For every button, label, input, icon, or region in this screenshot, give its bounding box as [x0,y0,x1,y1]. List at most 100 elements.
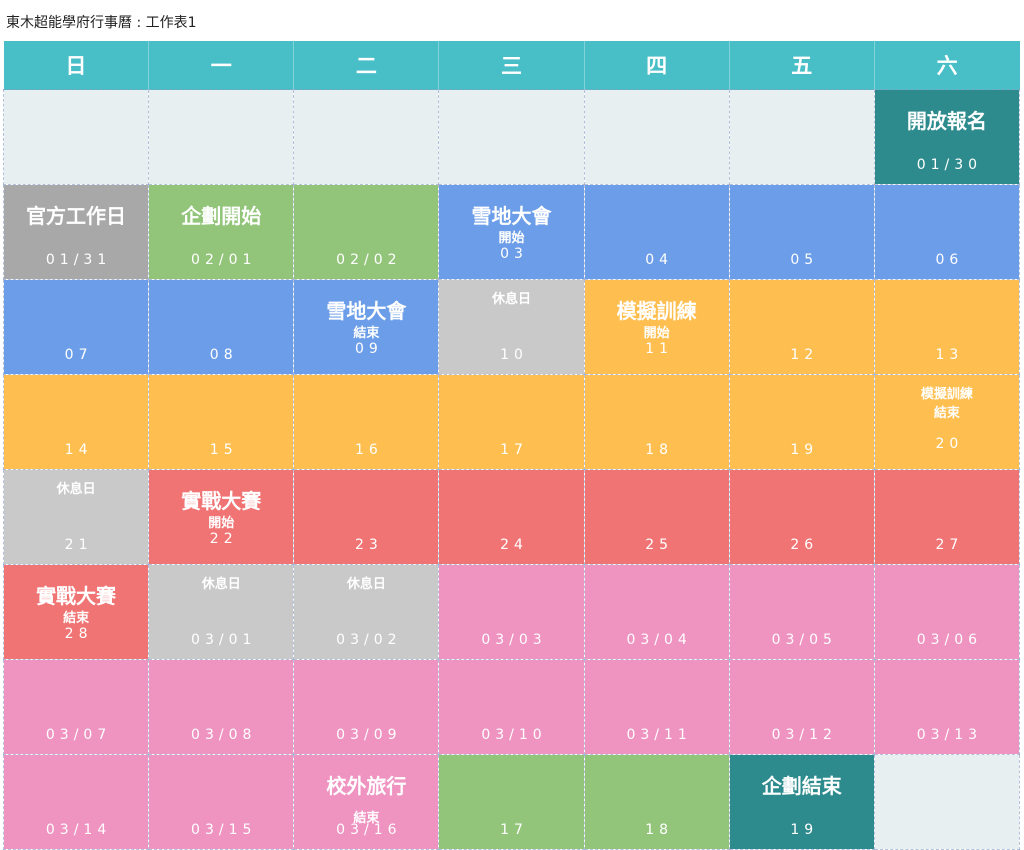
calendar-day-cell[interactable]: 02/02 [293,184,440,280]
calendar-day-cell[interactable]: 模擬訓練 結束 20 [873,374,1021,470]
calendar-day-cell[interactable]: 03/05 [728,564,875,660]
event-title: 實戰大賽 [36,584,117,608]
calendar-day-cell[interactable]: 27 [873,469,1021,565]
calendar-day-cell[interactable] [148,89,295,185]
calendar-week-row: 實戰大賽 結束 28 休息日 03/01 休息日 03/02 03/03 03/04 03/05 0… [2,564,1021,660]
day-date: 22 [209,531,238,547]
calendar-day-cell[interactable]: 企劃開始 02/01 [148,184,295,280]
calendar-day-cell[interactable]: 實戰大賽 結束 28 [2,564,150,660]
calendar-week-row: 03/07 03/08 03/09 03/10 03/11 03/12 03/13 [2,659,1021,755]
day-date: 03/03 [481,632,547,648]
rest-day-label: 休息日 [201,577,241,592]
calendar-day-cell[interactable]: 03/08 [148,659,295,755]
day-date: 14 [64,442,93,458]
day-date: 03/08 [191,727,257,743]
weekday-header-row: 日 一 二 三 四 五 六 [3,41,1020,90]
calendar-day-cell[interactable]: 18 [583,374,730,470]
calendar-day-cell[interactable]: 07 [2,279,150,375]
day-date: 25 [645,537,674,553]
day-date: 03/10 [481,727,547,743]
calendar-day-cell[interactable]: 官方工作日 01/31 [2,184,150,280]
calendar-week-row: 官方工作日 01/31 企劃開始 02/01 02/02 雪地大會 開始 03 04 05 06 [2,184,1021,280]
calendar-day-cell[interactable]: 03/09 [293,659,440,755]
calendar-day-cell[interactable]: 17 [438,754,585,850]
day-date: 02/02 [336,252,402,268]
calendar-day-cell[interactable]: 13 [873,279,1021,375]
day-date: 23 [354,537,383,553]
calendar-day-cell[interactable]: 26 [728,469,875,565]
calendar-day-cell[interactable]: 03/03 [438,564,585,660]
day-date: 07 [64,347,93,363]
calendar-day-cell[interactable] [293,89,440,185]
day-date: 09 [354,341,383,357]
calendar-day-cell[interactable]: 企劃結束 19 [728,754,875,850]
day-date: 03/02 [336,632,402,648]
day-date: 03/11 [626,727,692,743]
calendar-day-cell[interactable]: 03/04 [583,564,730,660]
rest-day-label: 休息日 [491,292,531,307]
calendar-day-cell[interactable]: 03/15 [148,754,295,850]
calendar-day-cell[interactable]: 04 [583,184,730,280]
calendar-day-cell[interactable] [2,89,150,185]
day-date: 18 [645,442,674,458]
calendar-day-cell[interactable]: 05 [728,184,875,280]
weekday-header-thu: 四 [584,41,730,90]
day-date: 03/14 [45,822,112,838]
calendar-day-cell[interactable]: 03/14 [2,754,150,850]
day-date: 27 [935,537,964,553]
calendar-day-cell[interactable]: 18 [583,754,730,850]
calendar-body: 開放報名 01/30 官方工作日 01/31 企劃開始 02/01 02/02 雪地大會 開始 0… [2,89,1021,850]
calendar-day-cell[interactable]: 17 [438,374,585,470]
calendar-day-cell[interactable] [583,89,730,185]
calendar-day-cell[interactable]: 雪地大會 開始 03 [438,184,585,280]
calendar-day-cell[interactable]: 模擬訓練 開始 11 [583,279,730,375]
day-date: 03/15 [191,822,257,838]
day-date: 03/12 [771,727,837,743]
calendar-day-cell[interactable]: 休息日 10 [438,279,585,375]
event-title: 校外旅行 [326,774,407,798]
event-title: 企劃結束 [761,774,842,798]
day-date: 19 [790,822,819,838]
calendar-day-cell[interactable]: 03/12 [728,659,875,755]
calendar-day-cell[interactable]: 03/06 [873,564,1021,660]
day-date: 13 [935,347,964,363]
calendar-day-cell[interactable]: 03/07 [2,659,150,755]
calendar-day-cell[interactable] [438,89,585,185]
calendar-day-cell[interactable]: 校外旅行 結束 03/16 [293,754,440,850]
calendar-day-cell[interactable]: 休息日 03/02 [293,564,440,660]
calendar-day-cell[interactable]: 開放報名 01/30 [873,89,1021,185]
day-date: 16 [354,442,383,458]
calendar-day-cell[interactable]: 06 [873,184,1021,280]
calendar-week-row: 14 15 16 17 18 19 模擬訓練 結束 20 [2,374,1021,470]
calendar-day-cell[interactable]: 16 [293,374,440,470]
day-date: 26 [790,537,819,553]
calendar-day-cell[interactable]: 15 [148,374,295,470]
day-date: 19 [790,442,819,458]
calendar-day-cell[interactable]: 12 [728,279,875,375]
calendar-day-cell[interactable]: 03/13 [873,659,1021,755]
day-date: 03/07 [45,727,112,743]
event-title: 雪地大會 [326,299,407,323]
calendar-day-cell[interactable] [728,89,875,185]
day-date: 24 [500,537,528,553]
calendar-day-cell[interactable] [873,754,1021,850]
calendar-day-cell[interactable]: 19 [728,374,875,470]
event-title: 模擬訓練 [616,299,697,323]
calendar-day-cell[interactable]: 03/10 [438,659,585,755]
calendar-week-row: 03/14 03/15 校外旅行 結束 03/16 17 18 企劃結束 19 [2,754,1021,850]
calendar-day-cell[interactable]: 雪地大會 結束 09 [293,279,440,375]
calendar-day-cell[interactable]: 23 [293,469,440,565]
calendar-week-row: 07 08 雪地大會 結束 09 休息日 10 模擬訓練 開始 11 12 13 [2,279,1021,375]
calendar-day-cell[interactable]: 14 [2,374,150,470]
calendar-week-row: 休息日 21 實戰大賽 開始 22 23 24 25 26 27 [2,469,1021,565]
calendar-day-cell[interactable]: 實戰大賽 開始 22 [148,469,295,565]
weekday-header-tue: 二 [293,41,440,90]
event-title-small: 模擬訓練 [920,387,973,402]
calendar-day-cell[interactable]: 08 [148,279,295,375]
calendar-day-cell[interactable]: 25 [583,469,730,565]
calendar-day-cell[interactable]: 03/11 [583,659,730,755]
calendar-day-cell[interactable]: 休息日 21 [2,469,150,565]
calendar-day-cell[interactable]: 休息日 03/01 [148,564,295,660]
calendar-day-cell[interactable]: 24 [438,469,585,565]
day-date: 03/04 [626,632,692,648]
